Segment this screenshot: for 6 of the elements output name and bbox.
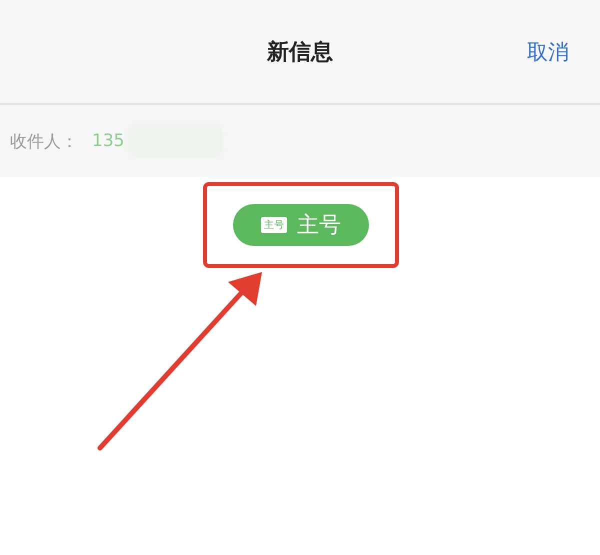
cancel-button[interactable]: 取消 <box>520 38 576 66</box>
sim-badge-button[interactable]: 主号 主号 <box>233 204 369 246</box>
sim-tag: 主号 <box>261 217 287 233</box>
screen-title: 新信息 <box>267 38 333 66</box>
recipient-label: 收件人： <box>10 130 78 152</box>
phone-number[interactable]: 135 <box>92 131 124 151</box>
